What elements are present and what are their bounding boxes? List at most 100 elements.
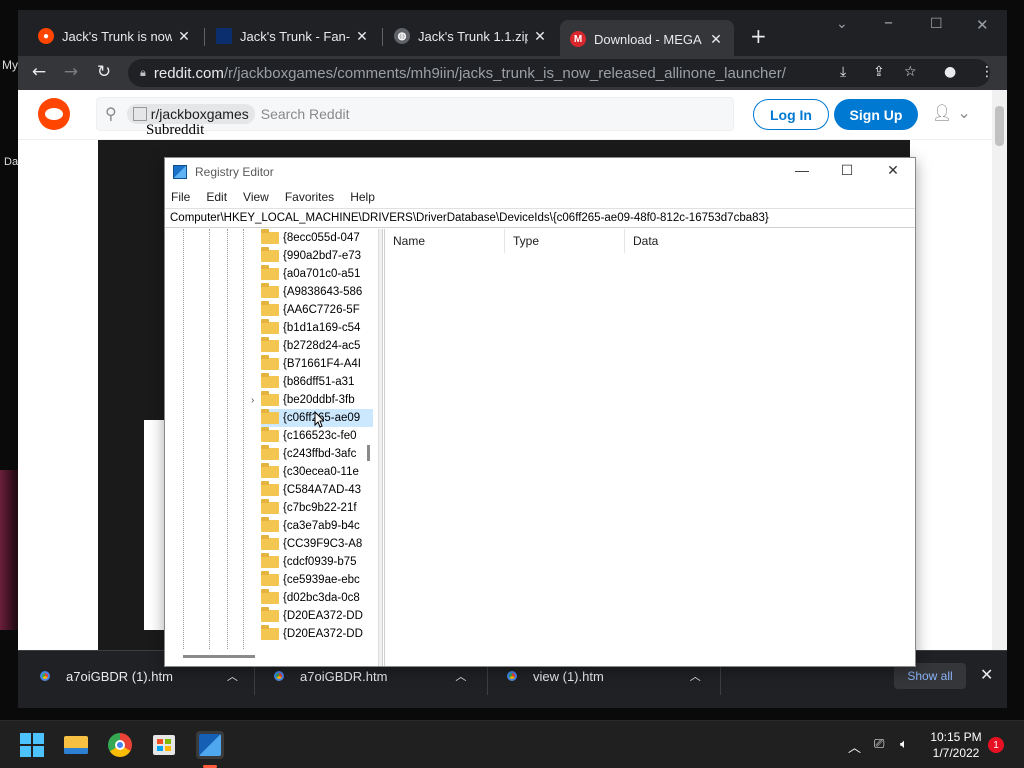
chevron-up-icon[interactable]: ︿ xyxy=(455,668,466,684)
back-icon[interactable]: ← xyxy=(28,62,50,82)
chrome-icon[interactable] xyxy=(106,731,134,759)
start-icon[interactable] xyxy=(18,731,46,759)
registry-key[interactable]: {be20ddbf-3fb xyxy=(261,391,373,409)
reddit-icon: ● xyxy=(38,28,54,44)
registry-key[interactable]: {A9838643-586 xyxy=(261,283,373,301)
menu-favorites[interactable]: Favorites xyxy=(285,190,334,204)
tab-zip-download[interactable]: ◍ Jack's Trunk 1.1.zip - ✕ xyxy=(384,20,558,52)
tab-search-icon[interactable]: ⌄ xyxy=(836,16,848,32)
maximize-icon[interactable]: ☐ xyxy=(930,16,943,32)
registry-key-label: {CC39F9C3-A8 xyxy=(283,538,363,550)
forward-icon[interactable]: → xyxy=(60,62,82,82)
install-icon[interactable]: ⤓ xyxy=(840,64,846,80)
close-window-icon[interactable]: ✕ xyxy=(976,16,989,34)
subreddit-pill[interactable]: r/jackboxgames xyxy=(126,104,255,124)
close-icon[interactable]: ✕ xyxy=(532,28,548,45)
registry-key[interactable]: {b2728d24-ac5 xyxy=(261,337,373,355)
download-item[interactable]: a7oiGBDR.htm ︿ xyxy=(272,665,466,687)
registry-key[interactable]: {b1d1a169-c54 xyxy=(261,319,373,337)
registry-key[interactable]: {c243ffbd-3afc xyxy=(261,445,373,463)
tab-fandom[interactable]: Jack's Trunk - Fan-ma ✕ xyxy=(206,20,380,52)
tab-reddit[interactable]: ● Jack's Trunk is now Re ✕ xyxy=(28,20,202,52)
share-icon[interactable]: ⇪ xyxy=(873,64,885,80)
registry-key[interactable]: {c7bc9b22-21f xyxy=(261,499,373,517)
tree-horizontal-scrollbar[interactable] xyxy=(183,655,255,658)
profile-icon[interactable]: ● xyxy=(944,64,956,80)
registry-key[interactable]: {D20EA372-DD xyxy=(261,607,373,625)
registry-key[interactable]: {B71661F4-A4I xyxy=(261,355,373,373)
registry-key[interactable]: {ce5939ae-ebc xyxy=(261,571,373,589)
close-window-icon[interactable]: ✕ xyxy=(878,162,908,179)
download-item[interactable]: view (1).htm ︿ xyxy=(505,665,701,687)
page-scrollbar[interactable] xyxy=(992,90,1007,650)
minimize-icon[interactable]: — xyxy=(787,162,817,178)
chevron-up-icon[interactable]: ︿ xyxy=(848,737,861,756)
reddit-header: ⚲ r/jackboxgames Search Reddit Subreddit… xyxy=(18,90,992,140)
menu-bar: File Edit View Favorites Help xyxy=(165,186,915,208)
menu-help[interactable]: Help xyxy=(350,190,375,204)
close-icon[interactable]: ✕ xyxy=(980,665,993,684)
registry-key[interactable]: {ca3e7ab9-b4c xyxy=(261,517,373,535)
folder-icon xyxy=(261,571,279,586)
file-explorer-icon[interactable] xyxy=(62,731,90,759)
chevron-up-icon[interactable]: ︿ xyxy=(227,668,238,684)
registry-key[interactable]: {8ecc055d-047 xyxy=(261,229,373,247)
folder-icon xyxy=(261,337,279,352)
reload-icon[interactable]: ↻ xyxy=(93,62,115,82)
pane-splitter[interactable] xyxy=(379,229,383,666)
maximize-icon[interactable]: ☐ xyxy=(832,162,862,179)
registry-key[interactable]: {CC39F9C3-A8 xyxy=(261,535,373,553)
registry-key-label: {D20EA372-DD xyxy=(283,628,363,640)
desktop-icon-label[interactable]: My xyxy=(2,58,18,72)
registry-editor-taskbar-icon[interactable] xyxy=(196,731,224,759)
registry-key-label: {c7bc9b22-21f xyxy=(283,502,357,514)
registry-key[interactable]: {cdcf0939-b75 xyxy=(261,553,373,571)
close-icon[interactable]: ✕ xyxy=(708,31,724,48)
registry-key[interactable]: {a0a701c0-a51 xyxy=(261,265,373,283)
tab-title: Jack's Trunk is now Re xyxy=(62,28,172,44)
column-type[interactable]: Type xyxy=(505,229,625,253)
clock[interactable]: 10:15 PM 1/7/2022 xyxy=(928,729,984,761)
login-button[interactable]: Log In xyxy=(753,99,829,130)
address-bar[interactable]: 🔒︎ reddit.com/r/jackboxgames/comments/mh… xyxy=(128,59,990,87)
close-icon[interactable]: ✕ xyxy=(176,28,192,45)
more-menu-icon[interactable]: ⋮ xyxy=(980,64,994,80)
user-menu-icon[interactable]: 👤︎ ⌄ xyxy=(932,103,971,122)
tab-mega[interactable]: M Download - MEGA ✕ xyxy=(560,20,734,58)
registry-address-bar[interactable]: Computer\HKEY_LOCAL_MACHINE\DRIVERS\Driv… xyxy=(165,208,915,228)
registry-key[interactable]: {c30ecea0-11e xyxy=(261,463,373,481)
minimize-icon[interactable]: – xyxy=(884,12,893,33)
store-icon[interactable] xyxy=(150,731,178,759)
search-placeholder: Search Reddit xyxy=(260,106,350,122)
reddit-logo-icon[interactable] xyxy=(38,98,70,130)
new-tab-button[interactable]: + xyxy=(750,24,767,48)
notification-badge[interactable]: 1 xyxy=(988,737,1004,753)
chevron-up-icon[interactable]: ︿ xyxy=(690,668,701,684)
url-domain: reddit.com xyxy=(153,64,224,82)
bookmark-star-icon[interactable]: ☆ xyxy=(904,64,917,80)
network-icon[interactable]: ⎚ xyxy=(874,737,884,752)
menu-file[interactable]: File xyxy=(171,190,190,204)
download-item[interactable]: a7oiGBDR (1).htm ︿ xyxy=(38,665,238,687)
folder-icon xyxy=(261,625,279,640)
registry-values-list[interactable]: Name Type Data xyxy=(384,229,914,666)
menu-edit[interactable]: Edit xyxy=(206,190,227,204)
scrollbar-thumb[interactable] xyxy=(995,106,1004,146)
expand-chevron-icon[interactable]: › xyxy=(251,391,254,409)
registry-key[interactable]: {d02bc3da-0c8 xyxy=(261,589,373,607)
registry-key[interactable]: {b86dff51-a31 xyxy=(261,373,373,391)
registry-key[interactable]: {990a2bd7-e73 xyxy=(261,247,373,265)
desktop-icon-label[interactable]: Da xyxy=(4,156,18,168)
tree-scrollbar-thumb[interactable] xyxy=(367,445,370,461)
signup-button[interactable]: Sign Up xyxy=(834,99,918,130)
url-path: /r/jackboxgames/comments/mh9iin/jacks_tr… xyxy=(223,64,786,82)
column-data[interactable]: Data xyxy=(625,229,915,253)
menu-view[interactable]: View xyxy=(243,190,269,204)
registry-key[interactable]: {AA6C7726-5F xyxy=(261,301,373,319)
registry-key[interactable]: {D20EA372-DD xyxy=(261,625,373,643)
column-name[interactable]: Name xyxy=(385,229,505,253)
close-icon[interactable]: ✕ xyxy=(354,28,370,45)
volume-icon[interactable]: 🔈︎ xyxy=(900,737,908,752)
registry-key[interactable]: {c166523c-fe0 xyxy=(261,427,373,445)
registry-key[interactable]: {C584A7AD-43 xyxy=(261,481,373,499)
